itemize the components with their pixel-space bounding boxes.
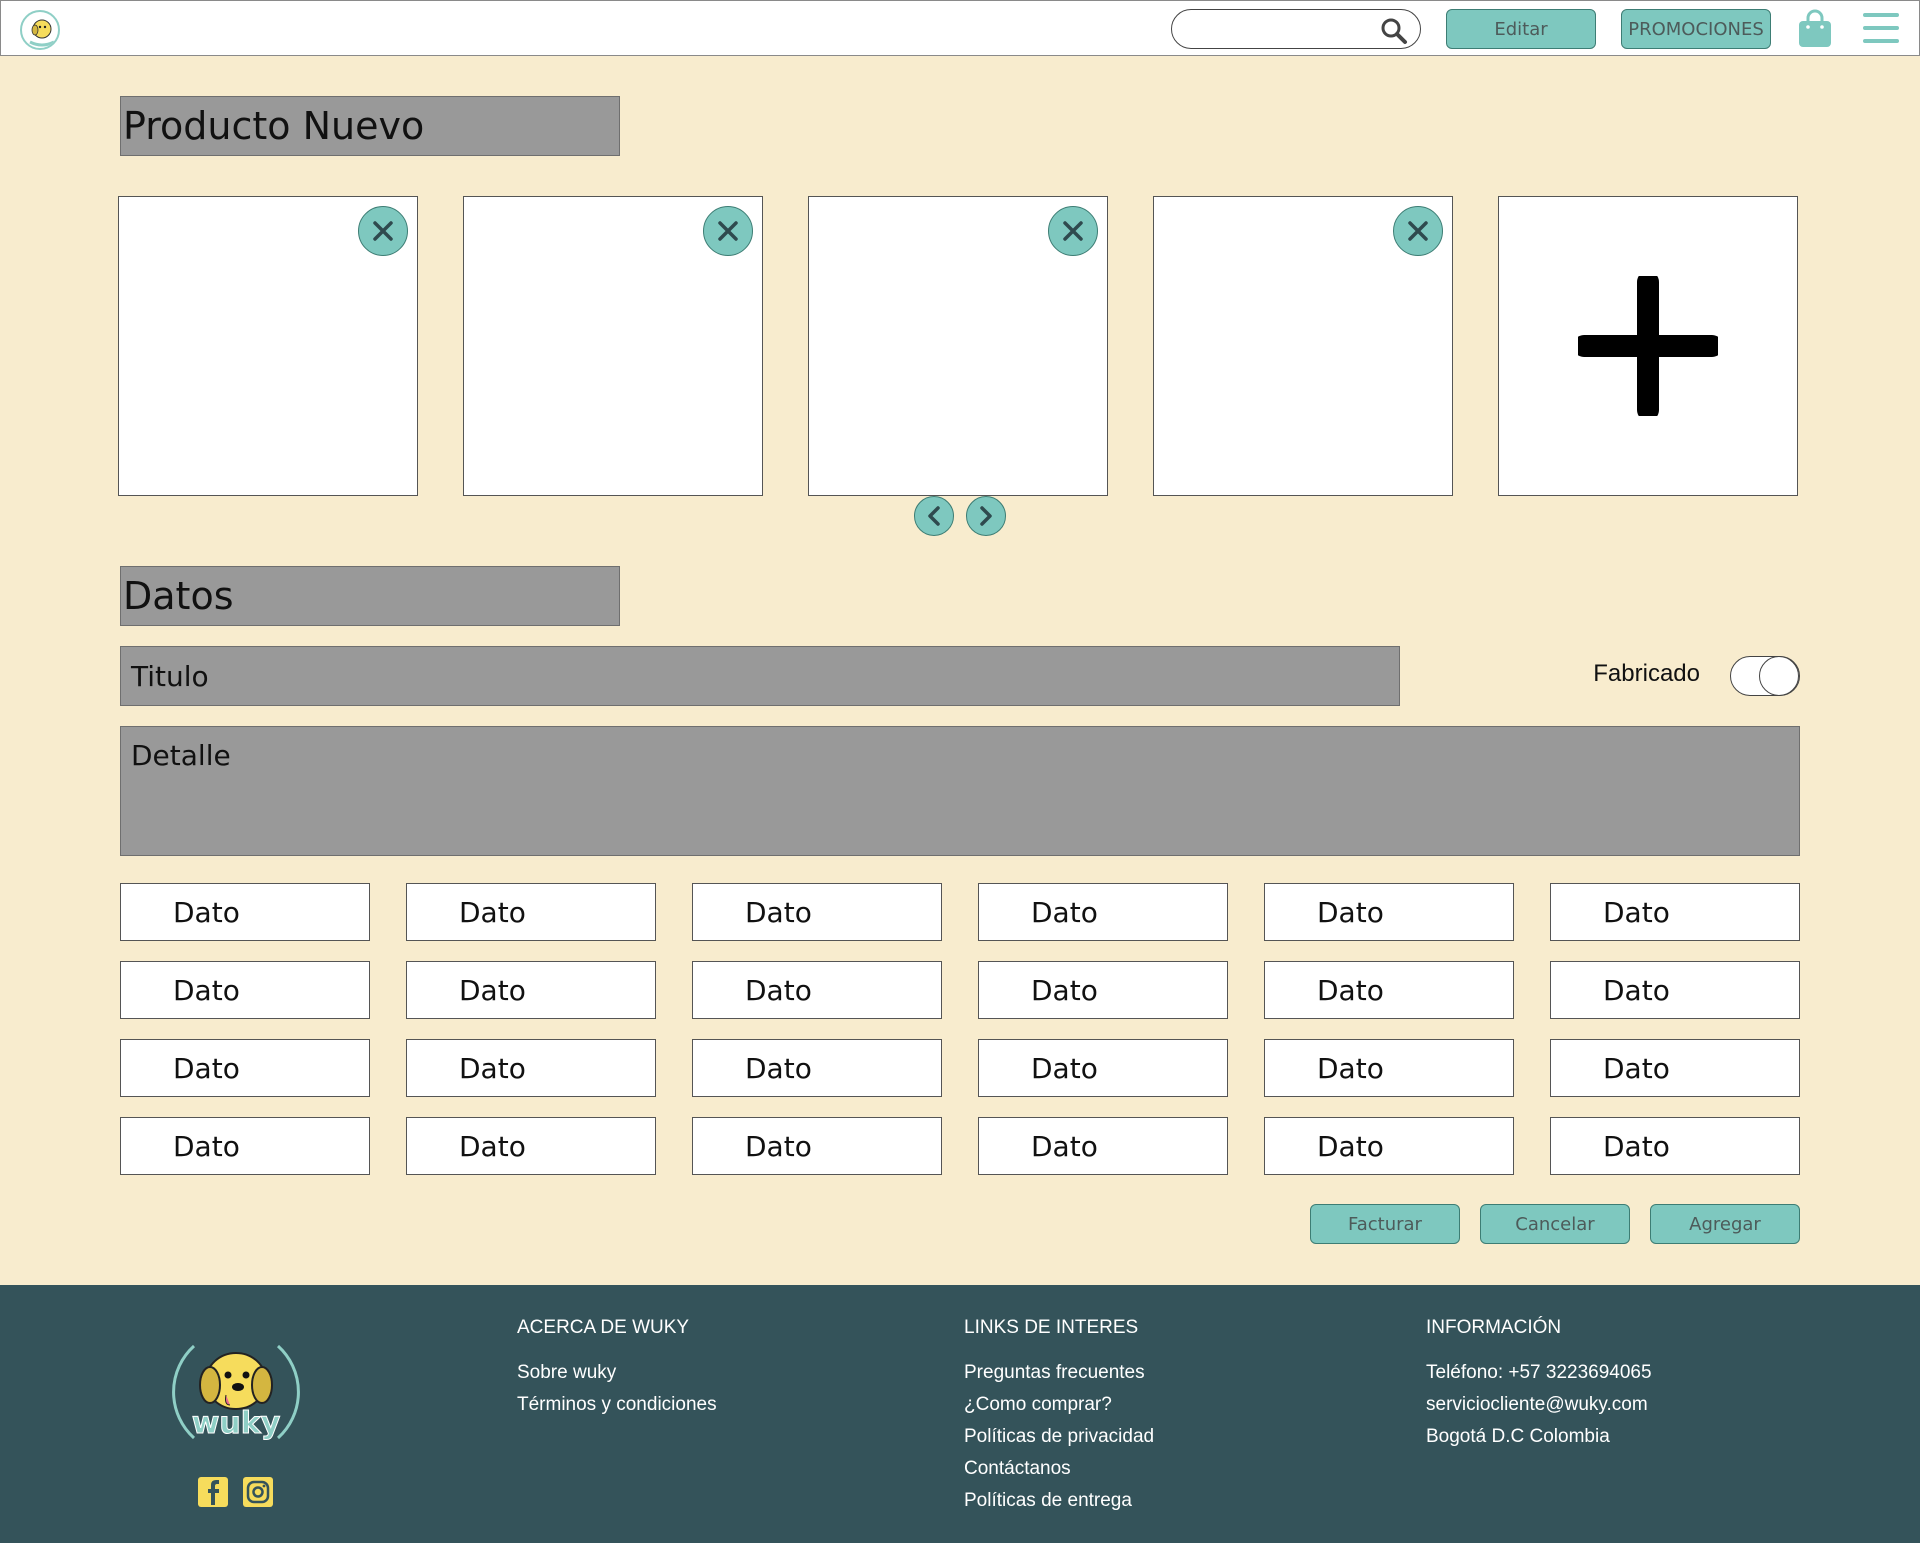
remove-image-button[interactable] bbox=[1048, 206, 1098, 256]
dato-field[interactable]: Dato bbox=[978, 1117, 1228, 1175]
footer-location: Bogotá D.C Colombia bbox=[1426, 1426, 1610, 1447]
dato-field[interactable]: Dato bbox=[120, 1039, 370, 1097]
dato-field[interactable]: Dato bbox=[1264, 1039, 1514, 1097]
search-icon[interactable] bbox=[1380, 17, 1408, 45]
carousel-next-button[interactable] bbox=[966, 496, 1006, 536]
footer-about-column: ACERCA DE WUKY Sobre wuky Términos y con… bbox=[517, 1317, 717, 1421]
footer-link-terminos[interactable]: Términos y condiciones bbox=[517, 1394, 717, 1415]
footer-email[interactable]: serviciocliente@wuky.com bbox=[1426, 1389, 1652, 1421]
dato-field[interactable]: Dato bbox=[1550, 883, 1800, 941]
about-heading: ACERCA DE WUKY bbox=[517, 1317, 690, 1338]
carousel-prev-button[interactable] bbox=[914, 496, 954, 536]
dato-field[interactable]: Dato bbox=[120, 883, 370, 941]
dato-field[interactable]: Dato bbox=[1264, 961, 1514, 1019]
fabricado-label: Fabricado bbox=[1593, 660, 1700, 687]
image-slot[interactable] bbox=[118, 196, 418, 496]
footer: wuky ACERCA DE WUKY Sobre wuky Términos … bbox=[0, 1285, 1920, 1543]
dato-field[interactable]: Dato bbox=[978, 961, 1228, 1019]
close-icon bbox=[1063, 221, 1083, 241]
cancelar-button[interactable]: Cancelar bbox=[1480, 1204, 1630, 1244]
search-bar[interactable] bbox=[1171, 9, 1421, 49]
footer-info-column: INFORMACIÓN Teléfono: +57 3223694065 ser… bbox=[1426, 1317, 1652, 1453]
hamburger-menu-icon[interactable] bbox=[1863, 11, 1899, 45]
wuky-footer-logo[interactable]: wuky bbox=[166, 1331, 306, 1451]
datos-section-title: Datos bbox=[120, 566, 620, 626]
dato-field[interactable]: Dato bbox=[406, 883, 656, 941]
dato-field[interactable]: Dato bbox=[406, 1117, 656, 1175]
remove-image-button[interactable] bbox=[703, 206, 753, 256]
promociones-button[interactable]: PROMOCIONES bbox=[1621, 9, 1771, 49]
footer-link-faq[interactable]: Preguntas frecuentes bbox=[964, 1362, 1145, 1383]
dato-field[interactable]: Dato bbox=[692, 883, 942, 941]
dato-field[interactable]: Dato bbox=[1550, 1039, 1800, 1097]
dato-field[interactable]: Dato bbox=[1264, 883, 1514, 941]
footer-links-column: LINKS DE INTERES Preguntas frecuentes ¿C… bbox=[964, 1317, 1154, 1517]
titulo-input[interactable]: Titulo bbox=[120, 646, 1400, 706]
image-slot[interactable] bbox=[1153, 196, 1453, 496]
dato-field[interactable]: Dato bbox=[120, 1117, 370, 1175]
footer-link-comprar[interactable]: ¿Como comprar? bbox=[964, 1394, 1112, 1415]
footer-link-privacidad[interactable]: Políticas de privacidad bbox=[964, 1426, 1154, 1447]
wuky-logo[interactable] bbox=[20, 10, 60, 50]
footer-link-contacto[interactable]: Contáctanos bbox=[964, 1458, 1071, 1479]
info-heading: INFORMACIÓN bbox=[1426, 1317, 1562, 1338]
chevron-left-icon bbox=[928, 506, 940, 526]
dato-field[interactable]: Dato bbox=[692, 1117, 942, 1175]
dato-field[interactable]: Dato bbox=[1264, 1117, 1514, 1175]
footer-brand-text: wuky bbox=[192, 1406, 281, 1441]
editar-button[interactable]: Editar bbox=[1446, 9, 1596, 49]
facturar-button[interactable]: Facturar bbox=[1310, 1204, 1460, 1244]
dato-field[interactable]: Dato bbox=[1550, 961, 1800, 1019]
links-heading: LINKS DE INTERES bbox=[964, 1317, 1139, 1338]
dato-field[interactable]: Dato bbox=[978, 1039, 1228, 1097]
facebook-icon[interactable] bbox=[197, 1476, 229, 1508]
detalle-textarea[interactable]: Detalle bbox=[120, 726, 1800, 856]
dato-field[interactable]: Dato bbox=[978, 883, 1228, 941]
image-slot[interactable] bbox=[808, 196, 1108, 496]
agregar-button[interactable]: Agregar bbox=[1650, 1204, 1800, 1244]
dato-field[interactable]: Dato bbox=[406, 1039, 656, 1097]
footer-link-sobre[interactable]: Sobre wuky bbox=[517, 1362, 616, 1383]
remove-image-button[interactable] bbox=[358, 206, 408, 256]
dato-field[interactable]: Dato bbox=[120, 961, 370, 1019]
search-input[interactable] bbox=[1188, 16, 1378, 42]
dato-field[interactable]: Dato bbox=[1550, 1117, 1800, 1175]
footer-phone: Teléfono: +57 3223694065 bbox=[1426, 1362, 1652, 1383]
page-title: Producto Nuevo bbox=[120, 96, 620, 156]
dato-field[interactable]: Dato bbox=[692, 1039, 942, 1097]
close-icon bbox=[1408, 221, 1428, 241]
top-header: Editar PROMOCIONES bbox=[0, 0, 1920, 56]
remove-image-button[interactable] bbox=[1393, 206, 1443, 256]
image-slot[interactable] bbox=[463, 196, 763, 496]
dato-field[interactable]: Dato bbox=[406, 961, 656, 1019]
toggle-knob bbox=[1759, 656, 1799, 696]
add-image-button[interactable] bbox=[1498, 196, 1798, 496]
dato-field[interactable]: Dato bbox=[692, 961, 942, 1019]
shopping-bag-icon[interactable] bbox=[1796, 9, 1834, 49]
footer-link-entrega[interactable]: Políticas de entrega bbox=[964, 1490, 1132, 1511]
plus-icon bbox=[1578, 276, 1718, 416]
chevron-right-icon bbox=[980, 506, 992, 526]
instagram-icon[interactable] bbox=[242, 1476, 274, 1508]
fabricado-toggle[interactable] bbox=[1730, 656, 1800, 696]
close-icon bbox=[718, 221, 738, 241]
close-icon bbox=[373, 221, 393, 241]
